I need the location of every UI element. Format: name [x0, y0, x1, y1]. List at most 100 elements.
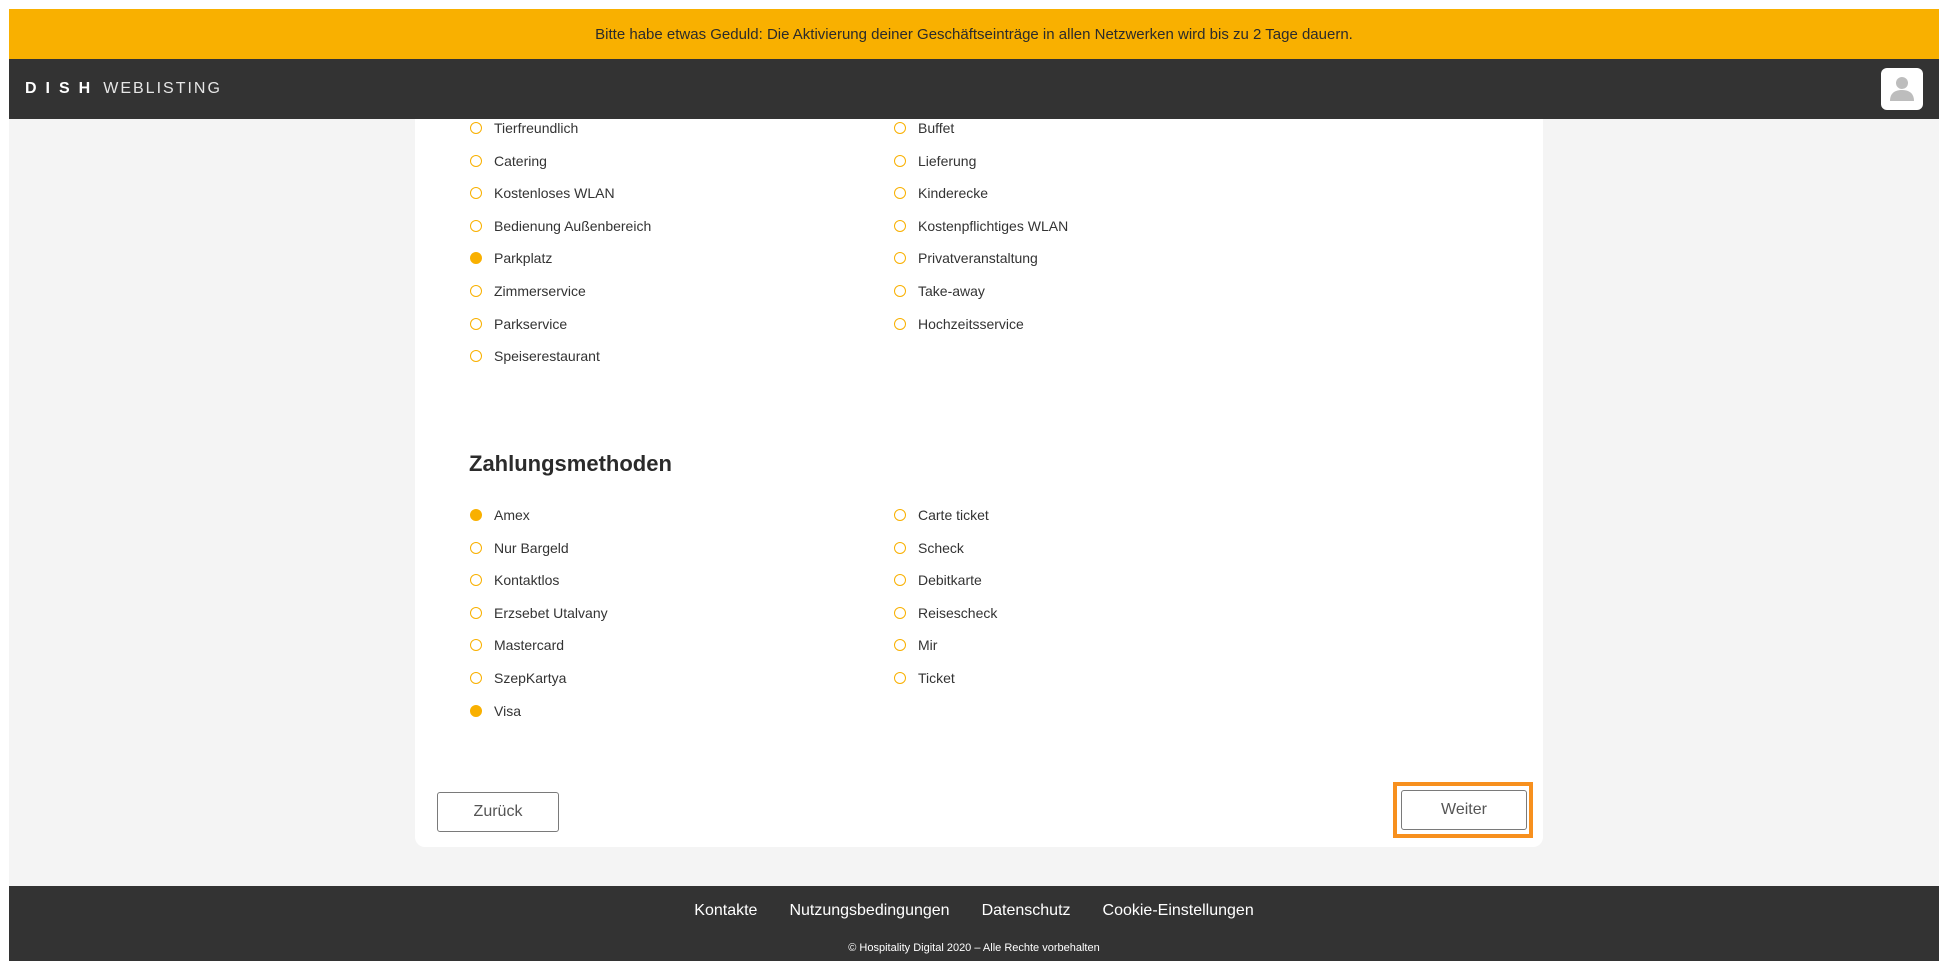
radio-unchecked-icon[interactable]: [470, 154, 482, 167]
footer-link-datenschutz[interactable]: Datenschutz: [982, 902, 1071, 920]
option-label: Privatveranstaltung: [918, 250, 1038, 267]
radio-unchecked-icon[interactable]: [894, 541, 906, 554]
option-label: Catering: [494, 152, 547, 169]
app-frame: Bitte habe etwas Geduld: Die Aktivierung…: [9, 9, 1939, 961]
option-item[interactable]: Visa: [470, 701, 521, 721]
footer-link-nutzungsbedingungen[interactable]: Nutzungsbedingungen: [789, 902, 949, 920]
option-item[interactable]: Kontaktlos: [470, 570, 559, 590]
radio-unchecked-icon[interactable]: [894, 574, 906, 587]
radio-unchecked-icon[interactable]: [470, 317, 482, 330]
banner-text: Bitte habe etwas Geduld: Die Aktivierung…: [595, 25, 1353, 43]
option-label: Hochzeitsservice: [918, 315, 1024, 332]
option-label: Kostenpflichtiges WLAN: [918, 217, 1069, 234]
option-label: Ticket: [918, 670, 955, 686]
option-label: Speiserestaurant: [494, 348, 600, 365]
option-item[interactable]: Kinderecke: [894, 183, 988, 203]
radio-checked-icon[interactable]: [470, 509, 482, 521]
radio-unchecked-icon[interactable]: [470, 187, 482, 200]
radio-unchecked-icon[interactable]: [470, 122, 482, 134]
option-item[interactable]: Take-away: [894, 281, 985, 301]
radio-unchecked-icon[interactable]: [470, 606, 482, 619]
logo[interactable]: DISH WEBLISTING: [25, 59, 222, 119]
footer-link-cookie-einstellungen[interactable]: Cookie-Einstellungen: [1103, 902, 1254, 920]
radio-unchecked-icon[interactable]: [894, 606, 906, 619]
footer: Kontakte Nutzungsbedingungen Datenschutz…: [9, 886, 1939, 961]
radio-unchecked-icon[interactable]: [470, 639, 482, 652]
option-label: Lieferung: [918, 152, 977, 169]
option-item[interactable]: Tierfreundlich: [470, 118, 578, 138]
option-label: Visa: [494, 702, 521, 719]
radio-unchecked-icon[interactable]: [894, 154, 906, 167]
radio-unchecked-icon[interactable]: [894, 317, 906, 330]
option-item[interactable]: Reisescheck: [894, 603, 997, 623]
radio-unchecked-icon[interactable]: [894, 252, 906, 265]
option-item[interactable]: SzepKartya: [470, 668, 566, 688]
copyright-text: © Hospitality Digital 2020 – Alle Rechte…: [848, 942, 1100, 954]
option-label: SzepKartya: [494, 670, 567, 686]
radio-unchecked-icon[interactable]: [470, 285, 482, 297]
logo-bold: DISH: [25, 80, 100, 97]
option-item[interactable]: Scheck: [894, 538, 964, 558]
option-item[interactable]: Catering: [470, 151, 547, 171]
next-button-highlight: Weiter: [1393, 782, 1533, 838]
option-label: Scheck: [918, 539, 964, 556]
logo-light: WEBLISTING: [103, 80, 222, 97]
option-item[interactable]: Carte ticket: [894, 505, 989, 525]
radio-unchecked-icon[interactable]: [894, 285, 906, 297]
option-item[interactable]: Kostenloses WLAN: [470, 183, 615, 203]
radio-unchecked-icon[interactable]: [894, 672, 906, 684]
option-label: Kostenloses WLAN: [494, 185, 615, 202]
option-label: Kinderecke: [918, 185, 989, 202]
option-item[interactable]: Zimmerservice: [470, 281, 586, 301]
radio-unchecked-icon[interactable]: [894, 219, 906, 232]
option-label: Mastercard: [494, 637, 565, 654]
option-item[interactable]: Debitkarte: [894, 570, 982, 590]
option-label: Amex: [494, 507, 530, 523]
option-label: Zimmerservice: [494, 283, 586, 299]
payment-section-title: Zahlungsmethoden: [469, 451, 672, 476]
option-item[interactable]: Parkservice: [470, 314, 567, 334]
option-item[interactable]: Erzsebet Utalvany: [470, 603, 608, 623]
radio-unchecked-icon[interactable]: [894, 187, 906, 200]
radio-unchecked-icon[interactable]: [470, 219, 482, 232]
option-label: Parkservice: [494, 315, 568, 332]
option-label: Kontaktlos: [494, 572, 560, 589]
radio-unchecked-icon[interactable]: [894, 509, 906, 521]
option-label: Tierfreundlich: [494, 120, 579, 136]
option-item[interactable]: Nur Bargeld: [470, 538, 569, 558]
form-card: Tierfreundlich Catering Kostenloses WLAN Be…: [415, 119, 1543, 847]
radio-unchecked-icon[interactable]: [470, 350, 482, 363]
back-button[interactable]: Zurück: [437, 792, 559, 832]
radio-checked-icon[interactable]: [470, 252, 482, 265]
option-item[interactable]: Amex: [470, 505, 530, 525]
option-item[interactable]: Hochzeitsservice: [894, 314, 1024, 334]
option-label: Buffet: [918, 120, 955, 136]
option-item[interactable]: Buffet: [894, 118, 954, 138]
option-item[interactable]: Speiserestaurant: [470, 346, 600, 366]
option-item[interactable]: Mir: [894, 635, 937, 655]
option-label: Nur Bargeld: [494, 539, 569, 556]
option-item[interactable]: Mastercard: [470, 635, 564, 655]
radio-checked-icon[interactable]: [470, 704, 482, 717]
radio-unchecked-icon[interactable]: [470, 574, 482, 587]
option-item[interactable]: Bedienung Außenbereich: [470, 216, 651, 236]
option-label: Parkplatz: [494, 250, 553, 267]
option-label: Mir: [918, 637, 938, 654]
option-label: Reisescheck: [918, 604, 998, 621]
option-item[interactable]: Parkplatz: [470, 248, 552, 268]
radio-unchecked-icon[interactable]: [470, 541, 482, 554]
footer-link-kontakte[interactable]: Kontakte: [694, 902, 757, 920]
option-item[interactable]: Lieferung: [894, 151, 976, 171]
user-avatar-button[interactable]: [1881, 68, 1923, 110]
radio-unchecked-icon[interactable]: [894, 639, 906, 652]
next-button[interactable]: Weiter: [1401, 790, 1527, 830]
footer-links: Kontakte Nutzungsbedingungen Datenschutz…: [9, 902, 1939, 920]
option-item[interactable]: Kostenpflichtiges WLAN: [894, 216, 1068, 236]
option-item[interactable]: Privatveranstaltung: [894, 248, 1038, 268]
radio-unchecked-icon[interactable]: [470, 672, 482, 684]
option-label: Bedienung Außenbereich: [494, 217, 652, 234]
info-banner: Bitte habe etwas Geduld: Die Aktivierung…: [9, 9, 1939, 59]
option-label: Erzsebet Utalvany: [494, 604, 608, 621]
option-item[interactable]: Ticket: [894, 668, 955, 688]
radio-unchecked-icon[interactable]: [894, 122, 906, 134]
